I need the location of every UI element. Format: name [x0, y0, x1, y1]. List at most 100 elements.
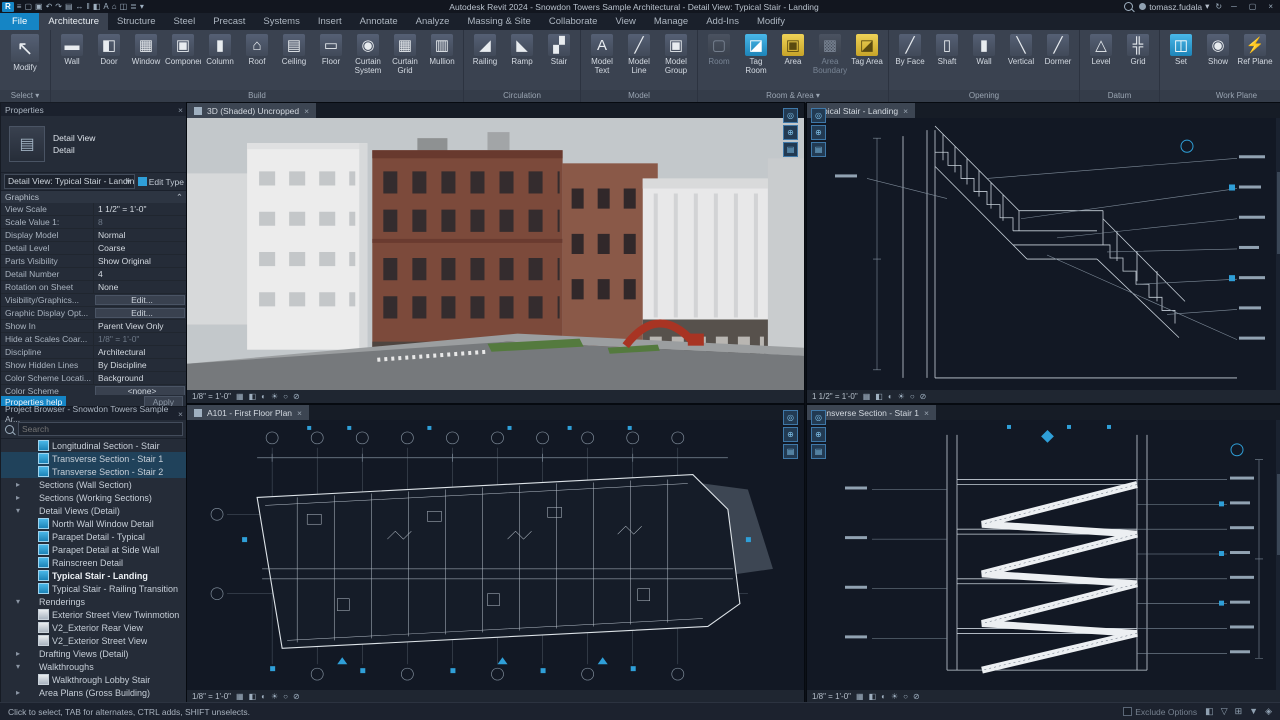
property-value[interactable]: None	[93, 281, 187, 293]
tag-room-button[interactable]: ◪Tag Room	[738, 32, 774, 76]
temporary-hide-icon[interactable]: ⊘	[920, 392, 927, 401]
undo[interactable]: ↶	[46, 2, 53, 12]
browser-item-area-plans-gross-building[interactable]: ▸Area Plans (Gross Building)	[1, 686, 187, 699]
shadows-icon[interactable]: ◐	[261, 692, 266, 701]
door-button[interactable]: ◧Door	[91, 32, 127, 76]
browser-item-sections-wall-section[interactable]: ▸Sections (Wall Section)	[1, 478, 187, 491]
property-value[interactable]: Edit...	[95, 308, 185, 318]
measure[interactable]: ↔	[76, 2, 84, 12]
tab-modify[interactable]: Modify	[748, 13, 794, 30]
app-logo[interactable]: R	[2, 2, 14, 12]
modify-button[interactable]: ↖Modify	[3, 32, 47, 82]
view-scale-label[interactable]: 1/8" = 1'-0"	[812, 692, 851, 701]
tab-architecture[interactable]: Architecture	[39, 13, 108, 30]
crop-view-icon[interactable]: ○	[903, 692, 908, 701]
window-button[interactable]: ▦Window	[128, 32, 164, 76]
zoom-icon[interactable]: ▤	[811, 444, 826, 459]
column-button[interactable]: ▮Column	[202, 32, 238, 76]
wall-button[interactable]: ▬Wall	[54, 32, 90, 76]
minimize-button[interactable]: ─	[1228, 2, 1240, 11]
close-icon[interactable]: ×	[304, 106, 309, 116]
visual-style-icon[interactable]: ◧	[869, 692, 877, 701]
browser-item-renderings[interactable]: ▾Renderings	[1, 595, 187, 608]
filter-icon[interactable]: ▼	[1249, 706, 1258, 717]
pan-icon[interactable]: ⊕	[811, 125, 826, 140]
property-value[interactable]: Coarse	[93, 242, 187, 254]
sun-path-icon[interactable]: ☀	[271, 692, 278, 701]
tab-precast[interactable]: Precast	[204, 13, 254, 30]
model-group-button[interactable]: ▣Model Group	[658, 32, 694, 76]
close-icon[interactable]: ×	[297, 408, 302, 418]
curtain-system-button[interactable]: ◉Curtain System	[350, 32, 386, 76]
curtain-grid-button[interactable]: ▦Curtain Grid	[387, 32, 423, 76]
browser-item-transverse-section-stair-1[interactable]: Transverse Section - Stair 1	[1, 452, 187, 465]
property-value[interactable]: Architectural	[93, 346, 187, 358]
visual-style-icon[interactable]: ◧	[875, 392, 883, 401]
tag-area-button[interactable]: ◪Tag Area	[849, 32, 885, 76]
editable-only-icon[interactable]: ▽	[1221, 706, 1228, 717]
tab-view[interactable]: View	[606, 13, 644, 30]
stair-section-canvas[interactable]	[807, 420, 1280, 690]
tab-steel[interactable]: Steel	[165, 13, 205, 30]
browser-item-typical-stair-railing-transition[interactable]: Typical Stair - Railing Transition	[1, 582, 187, 595]
railing-button[interactable]: ◢Railing	[467, 32, 503, 76]
property-value[interactable]: 4	[93, 268, 187, 280]
property-value[interactable]: Show Original	[93, 255, 187, 267]
edit-type-button[interactable]: Edit Type	[138, 177, 184, 187]
tab-analyze[interactable]: Analyze	[407, 13, 459, 30]
tree-right-arrow[interactable]: ▸	[16, 493, 24, 502]
floor-button[interactable]: ▭Floor	[313, 32, 349, 76]
tree-right-arrow[interactable]: ▸	[16, 649, 24, 658]
browser-item-transverse-section-stair-2[interactable]: Transverse Section - Stair 2	[1, 465, 187, 478]
3d-canvas[interactable]	[187, 118, 804, 390]
browser-item-walkthrough-lobby-stair[interactable]: Walkthrough Lobby Stair	[1, 673, 187, 686]
property-value[interactable]: Background	[93, 372, 187, 384]
crop-view-icon[interactable]: ○	[283, 692, 288, 701]
maximize-button[interactable]: ▢	[1246, 2, 1260, 11]
view-tab-stair-section[interactable]: Transverse Section - Stair 1 ×	[807, 405, 936, 420]
crop-view-icon[interactable]: ○	[910, 392, 915, 401]
redo[interactable]: ↷	[55, 2, 62, 12]
tab-massing-site[interactable]: Massing & Site	[458, 13, 539, 30]
pan-icon[interactable]: ⊕	[783, 125, 798, 140]
shadows-icon[interactable]: ◐	[261, 392, 266, 401]
browser-item-walkthroughs[interactable]: ▾Walkthroughs	[1, 660, 187, 673]
temporary-hide-icon[interactable]: ⊘	[293, 392, 300, 401]
by-face-button[interactable]: ╱By Face	[892, 32, 928, 76]
show-work-plane-button[interactable]: ◉Show	[1200, 32, 1236, 76]
tree-down-arrow[interactable]: ▾	[16, 662, 24, 671]
set-work-plane-button[interactable]: ◫Set	[1163, 32, 1199, 76]
tab-structure[interactable]: Structure	[108, 13, 165, 30]
browser-item-v2-exterior-street-view[interactable]: V2_Exterior Street View	[1, 634, 187, 647]
tree-right-arrow[interactable]: ▸	[16, 688, 24, 697]
close-icon[interactable]: ×	[178, 409, 183, 419]
view-scale-label[interactable]: 1/8" = 1'-0"	[192, 692, 231, 701]
worksets-icon[interactable]: ◧	[1205, 706, 1214, 717]
dormer-button[interactable]: ╱Dormer	[1040, 32, 1076, 76]
navigation-wheel-icon[interactable]: ◎	[811, 410, 826, 425]
shadows-icon[interactable]: ◐	[888, 392, 893, 401]
default-3d-view[interactable]: ⌂	[112, 2, 117, 12]
property-value[interactable]: Edit...	[95, 295, 185, 305]
sun-path-icon[interactable]: ☀	[891, 692, 898, 701]
grid-button[interactable]: ╬Grid	[1120, 32, 1156, 76]
navigation-wheel-icon[interactable]: ◎	[783, 108, 798, 123]
temporary-hide-icon[interactable]: ⊘	[913, 692, 920, 701]
model-line-button[interactable]: ╱Model Line	[621, 32, 657, 76]
detail-level-icon[interactable]: ▦	[863, 392, 871, 401]
tag-by-category[interactable]: ◧	[93, 2, 101, 12]
stair-detail-canvas[interactable]	[807, 118, 1280, 390]
shadows-icon[interactable]: ◐	[881, 692, 886, 701]
mullion-button[interactable]: ▥Mullion	[424, 32, 460, 76]
view-tab-floor-plan[interactable]: A101 - First Floor Plan ×	[187, 405, 309, 420]
detail-level-icon[interactable]: ▦	[236, 392, 244, 401]
tab-collaborate[interactable]: Collaborate	[540, 13, 607, 30]
navigation-wheel-icon[interactable]: ◎	[783, 410, 798, 425]
detail-level-icon[interactable]: ▦	[236, 692, 244, 701]
ref-plane-button[interactable]: ⚡Ref Plane	[1237, 32, 1273, 76]
crop-view-icon[interactable]: ○	[283, 392, 288, 401]
visual-style-icon[interactable]: ◧	[249, 692, 257, 701]
properties-header[interactable]: Properties ×	[1, 103, 187, 116]
roof-button[interactable]: ⌂Roof	[239, 32, 275, 76]
zoom-icon[interactable]: ▤	[811, 142, 826, 157]
